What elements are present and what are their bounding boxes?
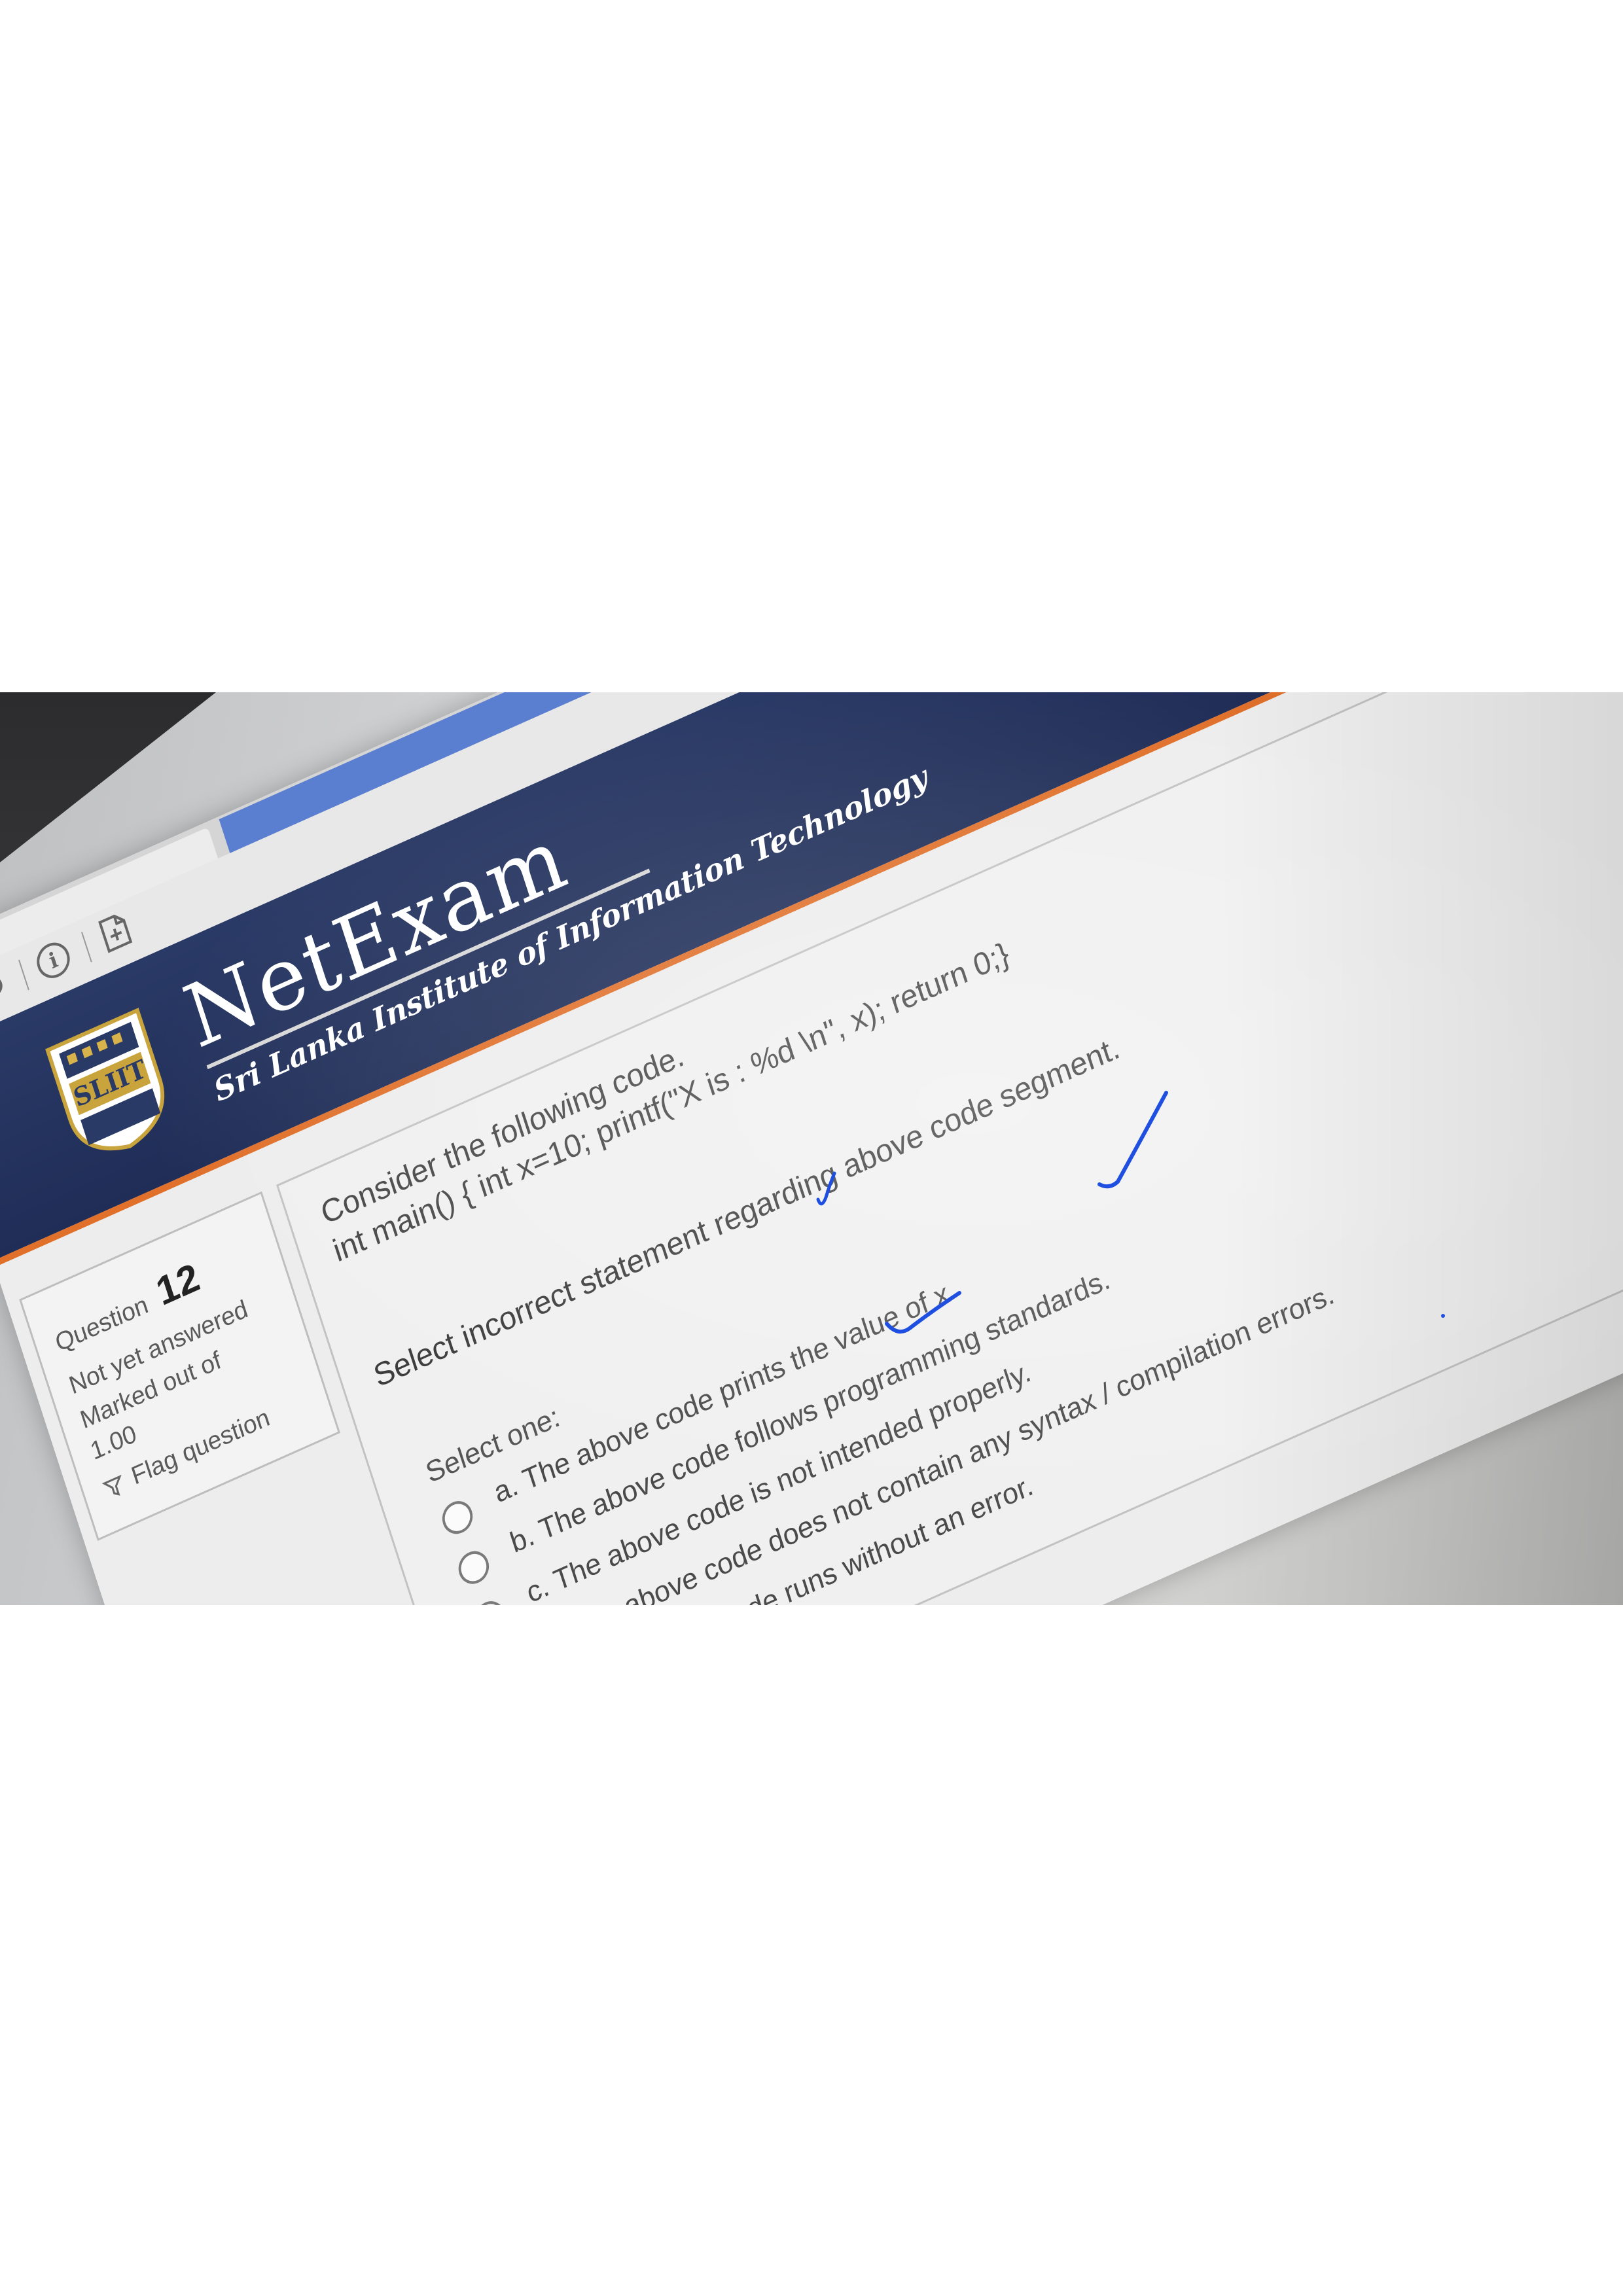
toolbar-divider [80, 931, 92, 963]
photo-of-screen: × × ↻ i [0, 692, 1623, 1605]
question-info-panel: Question 12 Not yet answered Marked out … [19, 1191, 341, 1541]
flag-question-label: Flag question [128, 1404, 274, 1491]
page-icon[interactable] [92, 907, 139, 961]
radio-button[interactable] [438, 1496, 477, 1539]
toolbar-divider [18, 959, 29, 991]
sliit-logo[interactable]: SLIIT [40, 1002, 182, 1172]
question-number: 12 [151, 1254, 205, 1315]
info-icon[interactable]: i [32, 937, 75, 984]
flag-icon [101, 1472, 128, 1502]
radio-button[interactable] [471, 1596, 510, 1605]
radio-button[interactable] [454, 1545, 493, 1589]
reload-icon[interactable]: ↻ [0, 962, 18, 1016]
flag-question-link[interactable]: Flag question [99, 1404, 274, 1504]
browser-window: × × ↻ i [0, 692, 1623, 1605]
